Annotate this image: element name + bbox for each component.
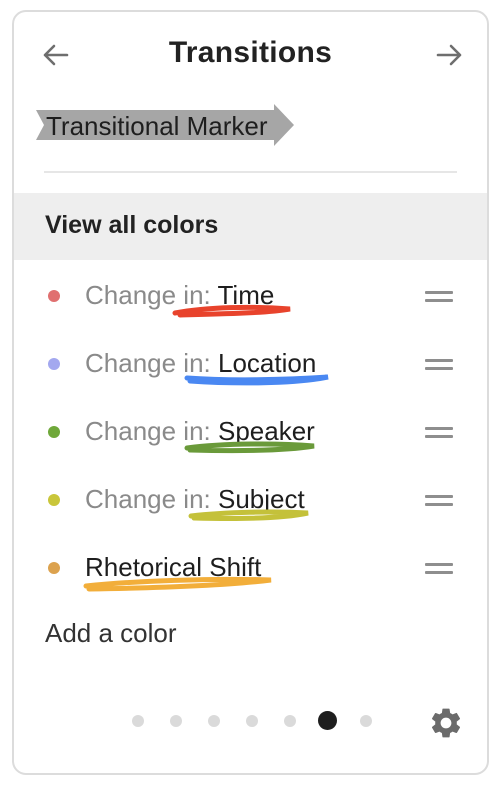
color-list: Change in: Time Change in: Location Chan…: [14, 260, 487, 600]
page-dot-active[interactable]: [318, 711, 337, 730]
color-label: Change in: Subject: [85, 484, 309, 521]
drag-handle-icon[interactable]: [425, 562, 453, 576]
color-row-location[interactable]: Change in: Location: [14, 328, 487, 396]
highlight-underline: [172, 304, 290, 318]
page-dot[interactable]: [246, 715, 258, 727]
color-label-main: Subject: [188, 484, 309, 521]
drag-handle-icon[interactable]: [425, 290, 453, 304]
color-label: Change in: Time: [85, 280, 290, 318]
color-label-main: Location: [184, 348, 329, 386]
color-label: Change in: Location: [85, 348, 329, 386]
color-swatch: [48, 562, 60, 574]
view-all-colors-label: View all colors: [45, 211, 219, 239]
gear-icon: [431, 708, 461, 738]
color-label-main: Rhetorical Shift: [83, 552, 272, 592]
drag-handle-icon[interactable]: [425, 494, 453, 508]
color-label: Change in: Speaker: [85, 416, 315, 454]
color-row-time[interactable]: Change in: Time: [14, 260, 487, 328]
settings-button[interactable]: [428, 705, 464, 741]
transitional-marker-tag[interactable]: Transitional Marker: [36, 104, 294, 146]
highlight-underline: [188, 509, 309, 521]
divider: [44, 171, 457, 173]
color-row-subject[interactable]: Change in: Subject: [14, 464, 487, 532]
page-dot[interactable]: [132, 715, 144, 727]
view-all-colors-button[interactable]: View all colors: [14, 193, 487, 260]
color-swatch: [48, 426, 60, 438]
page-dot[interactable]: [360, 715, 372, 727]
drag-handle-icon[interactable]: [425, 426, 453, 440]
color-label: Rhetorical Shift: [83, 552, 272, 592]
panel-header: Transitions: [14, 12, 487, 96]
marker-label: Transitional Marker: [46, 111, 268, 141]
highlight-underline: [184, 374, 329, 386]
color-label-main: Speaker: [184, 416, 315, 454]
transitions-panel: Transitions Transitional Marker View all…: [12, 10, 489, 775]
highlight-underline: [184, 441, 315, 454]
page-title: Transitions: [168, 36, 333, 69]
color-swatch: [48, 494, 60, 506]
color-swatch: [48, 290, 60, 302]
page-dot[interactable]: [284, 715, 296, 727]
color-row-rhetorical-shift[interactable]: Rhetorical Shift: [14, 532, 487, 600]
highlight-underline: [83, 576, 272, 592]
color-swatch: [48, 358, 60, 370]
arrow-right-icon: [436, 44, 462, 66]
color-row-speaker[interactable]: Change in: Speaker: [14, 396, 487, 464]
color-label-main: Time: [172, 280, 290, 318]
drag-handle-icon[interactable]: [425, 358, 453, 372]
page-dot[interactable]: [170, 715, 182, 727]
add-color-button[interactable]: Add a color: [45, 618, 177, 649]
page-dot[interactable]: [208, 715, 220, 727]
forward-button[interactable]: [433, 38, 467, 72]
